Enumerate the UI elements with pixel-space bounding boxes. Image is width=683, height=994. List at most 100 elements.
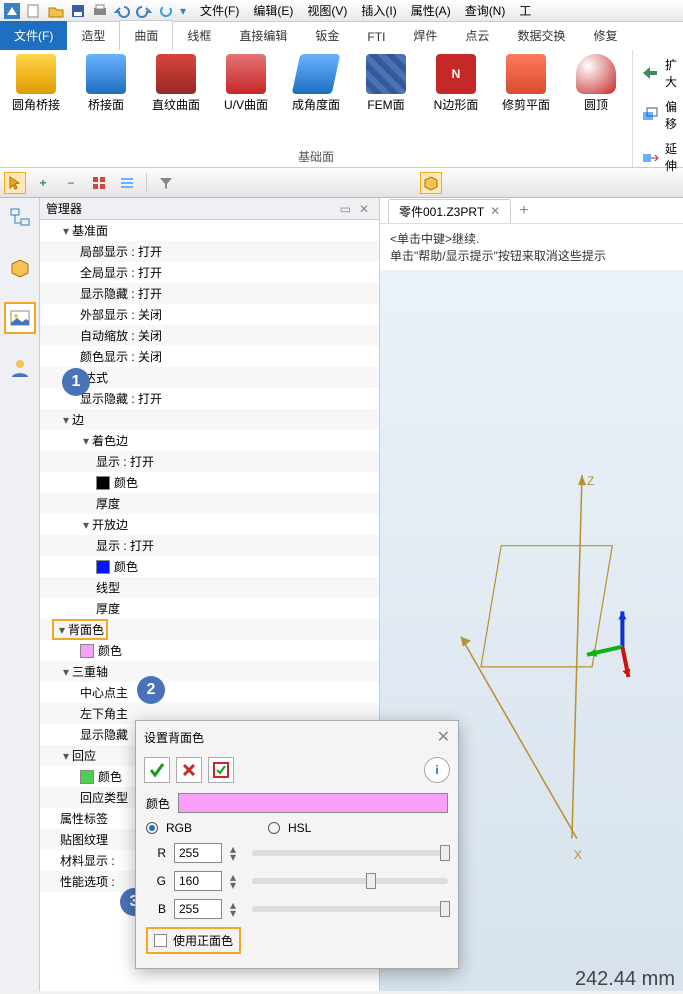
tab-wire[interactable]: 线框 <box>173 21 225 50</box>
dialog-info-button[interactable]: i <box>424 757 450 783</box>
tree-leaf[interactable]: 颜色 <box>114 558 138 575</box>
tree-leaf[interactable]: 自动缩放 : 关闭 <box>80 327 162 344</box>
new-icon[interactable] <box>26 3 42 19</box>
tree-leaf[interactable]: 中心点主 <box>80 684 128 701</box>
redo-icon[interactable] <box>136 3 152 19</box>
rail-box[interactable] <box>4 252 36 284</box>
tree-node[interactable]: 着色边 <box>92 432 128 449</box>
tree-leaf[interactable]: 回应类型 <box>80 789 128 806</box>
menu-tool[interactable]: 工 <box>519 2 531 19</box>
rail-user[interactable] <box>4 352 36 384</box>
input-b[interactable] <box>174 899 222 919</box>
tree-leaf[interactable]: 显示隐藏 : 打开 <box>80 390 162 407</box>
refresh-icon[interactable] <box>158 3 174 19</box>
tree-leaf[interactable]: 显示 : 打开 <box>96 453 154 470</box>
menu-edit[interactable]: 编辑(E) <box>253 2 293 19</box>
tab-dataex[interactable]: 数据交换 <box>503 21 579 50</box>
viewport-tab[interactable]: 零件001.Z3PRT ✕ <box>388 199 511 223</box>
tab-sheet[interactable]: 钣金 <box>301 21 353 50</box>
color-swatch-pink[interactable] <box>80 644 94 658</box>
undo-icon[interactable] <box>114 3 130 19</box>
ribbon-nbian[interactable]: NN边形面 <box>426 54 486 113</box>
tree-leaf[interactable]: 颜色 <box>98 768 122 785</box>
panel-menu-icon[interactable]: ▭ <box>336 202 355 216</box>
add-tab-icon[interactable]: + <box>519 202 528 220</box>
tree-leaf[interactable]: 左下角主 <box>80 705 128 722</box>
tb-cube[interactable] <box>420 172 442 194</box>
dialog-apply-button[interactable] <box>208 757 234 783</box>
tree-leaf[interactable]: 颜色 <box>114 474 138 491</box>
close-icon[interactable]: ✕ <box>490 204 500 218</box>
ribbon-qiaojie[interactable]: 桥接面 <box>76 54 136 113</box>
radio-rgb[interactable] <box>146 822 158 834</box>
tree-node[interactable]: 边 <box>72 411 84 428</box>
tree-leaf[interactable]: 全局显示 : 打开 <box>80 264 162 281</box>
menu-file[interactable]: 文件(F) <box>200 2 239 19</box>
tab-repair[interactable]: 修复 <box>579 21 631 50</box>
ribbon-uv[interactable]: U/V曲面 <box>216 54 276 113</box>
tb-cursor[interactable] <box>4 172 26 194</box>
dialog-close-icon[interactable]: ✕ <box>437 727 450 747</box>
checkbox-use-front[interactable] <box>154 934 167 947</box>
tree-leaf[interactable]: 贴图纹理 <box>60 831 108 848</box>
tb-grid[interactable] <box>88 172 110 194</box>
ribbon-zhiwen[interactable]: 直纹曲面 <box>146 54 206 113</box>
spinner-icon[interactable]: ▴▾ <box>230 901 236 917</box>
tree-leaf[interactable]: 厚度 <box>96 495 120 512</box>
ribbon-fem[interactable]: FEM面 <box>356 54 416 113</box>
tree-node[interactable]: 基准面 <box>72 222 108 239</box>
tree-leaf[interactable]: 颜色 <box>98 642 122 659</box>
print-icon[interactable] <box>92 3 108 19</box>
open-icon[interactable] <box>48 3 64 19</box>
color-swatch-blue[interactable] <box>96 560 110 574</box>
spinner-icon[interactable]: ▴▾ <box>230 845 236 861</box>
input-r[interactable] <box>174 843 222 863</box>
dialog-cancel-button[interactable] <box>176 757 202 783</box>
slider-b[interactable] <box>252 906 448 912</box>
radio-hsl[interactable] <box>268 822 280 834</box>
tree-node[interactable]: 开放边 <box>92 516 128 533</box>
dropdown-icon[interactable]: ▾ <box>180 4 186 18</box>
rail-image[interactable] <box>4 302 36 334</box>
tree-leaf[interactable]: 性能选项 : <box>60 873 115 890</box>
tree-leaf[interactable]: 显示隐藏 <box>80 726 128 743</box>
tab-model[interactable]: 造型 <box>67 21 119 50</box>
save-icon[interactable] <box>70 3 86 19</box>
tab-weld[interactable]: 焊件 <box>399 21 451 50</box>
tree-leaf[interactable]: 显示 : 打开 <box>96 537 154 554</box>
tb-align[interactable] <box>116 172 138 194</box>
panel-close-icon[interactable]: ✕ <box>355 202 373 216</box>
rail-tree[interactable] <box>4 202 36 234</box>
ribbon-chengjiao[interactable]: 成角度面 <box>286 54 346 113</box>
color-swatch-black[interactable] <box>96 476 110 490</box>
ribbon-yuanjiao[interactable]: 圆角桥接 <box>6 54 66 113</box>
spinner-icon[interactable]: ▴▾ <box>230 873 236 889</box>
tree-leaf[interactable]: 属性标签 <box>60 810 108 827</box>
tree-node[interactable]: 回应 <box>72 747 96 764</box>
ribbon-extend[interactable]: 延伸 <box>641 140 677 174</box>
ribbon-xiujian[interactable]: 修剪平面 <box>496 54 556 113</box>
tree-leaf[interactable]: 外部显示 : 关闭 <box>80 306 162 323</box>
dialog-titlebar[interactable]: 设置背面色 ✕ <box>136 721 458 753</box>
tb-plus[interactable]: + <box>32 172 54 194</box>
tree-node-backcolor[interactable]: 背面色 <box>68 623 104 637</box>
tree-leaf[interactable]: 显示隐藏 : 打开 <box>80 285 162 302</box>
tab-pcloud[interactable]: 点云 <box>451 21 503 50</box>
ribbon-expand[interactable]: 扩大 <box>641 56 677 90</box>
tab-direct[interactable]: 直接编辑 <box>225 21 301 50</box>
tab-file[interactable]: 文件(F) <box>0 21 67 50</box>
slider-g[interactable] <box>252 878 448 884</box>
slider-r[interactable] <box>252 850 448 856</box>
menu-view[interactable]: 视图(V) <box>307 2 347 19</box>
menu-insert[interactable]: 插入(I) <box>361 2 396 19</box>
tree-node[interactable]: 三重轴 <box>72 663 108 680</box>
ribbon-yuanding[interactable]: 圆顶 <box>566 54 626 113</box>
ribbon-offset[interactable]: 偏移 <box>641 98 677 132</box>
tree-leaf[interactable]: 颜色显示 : 关闭 <box>80 348 162 365</box>
tb-filter[interactable] <box>155 172 177 194</box>
input-g[interactable] <box>174 871 222 891</box>
tree-leaf[interactable]: 局部显示 : 打开 <box>80 243 162 260</box>
dialog-ok-button[interactable] <box>144 757 170 783</box>
tab-fti[interactable]: FTI <box>353 24 399 50</box>
color-preview[interactable] <box>178 793 448 813</box>
